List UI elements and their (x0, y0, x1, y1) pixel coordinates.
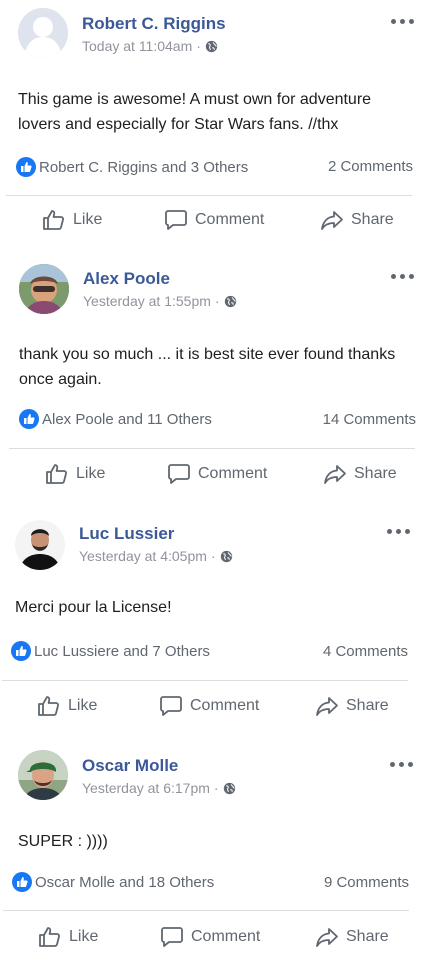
post-timestamp[interactable]: Yesterday at 1:55pm · (83, 293, 237, 309)
post-card: Luc Lussier Yesterday at 4:05pm · Merci … (0, 505, 426, 735)
divider (2, 680, 408, 681)
post-card: Robert C. Riggins Today at 11:04am · Thi… (0, 0, 426, 250)
like-reaction-icon (19, 409, 39, 429)
post-author[interactable]: Robert C. Riggins (82, 14, 226, 34)
share-button[interactable]: Share (315, 925, 389, 949)
comment-button[interactable]: Comment (159, 694, 259, 718)
reaction-summary[interactable]: Alex Poole and 11 Others (19, 409, 212, 429)
comment-button[interactable]: Comment (167, 462, 267, 486)
globe-icon (205, 40, 218, 52)
share-arrow-icon (324, 465, 346, 484)
comments-count[interactable]: 4 Comments (323, 643, 408, 660)
share-button[interactable]: Share (315, 694, 389, 718)
like-button[interactable]: Like (37, 694, 97, 718)
thumbs-up-icon (43, 210, 64, 230)
share-arrow-icon (316, 697, 338, 716)
default-avatar-icon (18, 8, 68, 58)
comments-count[interactable]: 9 Comments (324, 874, 409, 891)
profile-photo (18, 750, 68, 800)
share-label: Share (346, 697, 389, 714)
comment-bubble-icon (165, 210, 187, 230)
profile-photo (15, 520, 65, 570)
comment-bubble-icon (160, 696, 182, 716)
post-text: SUPER : )))) (18, 833, 108, 850)
post-time: Yesterday at 4:05pm (79, 548, 207, 564)
comment-bubble-icon (168, 464, 190, 484)
separator-dot: · (210, 548, 216, 564)
divider (3, 910, 409, 911)
more-options-icon[interactable] (387, 527, 413, 537)
separator-dot: · (196, 38, 201, 54)
reaction-text: Robert C. Riggins and 3 Others (39, 158, 249, 176)
post-text: Merci pour la License! (15, 599, 172, 616)
comments-count[interactable]: 14 Comments (323, 411, 416, 428)
like-reaction-icon (11, 641, 31, 661)
comment-button[interactable]: Comment (160, 925, 260, 949)
post-time: Yesterday at 6:17pm (82, 780, 210, 796)
share-label: Share (351, 211, 394, 228)
like-label: Like (69, 928, 99, 945)
post-text: This game is awesome! A must own for adv… (18, 91, 372, 133)
share-label: Share (354, 465, 397, 482)
share-label: Share (346, 928, 389, 945)
thumbs-up-icon (46, 464, 67, 484)
thumbs-up-icon (38, 696, 59, 716)
like-reaction-icon (16, 157, 36, 177)
globe-icon (223, 782, 235, 794)
avatar[interactable] (18, 750, 68, 800)
comment-bubble-icon (161, 927, 183, 947)
post-card: Alex Poole Yesterday at 1:55pm · thank y… (0, 250, 426, 505)
more-options-icon[interactable] (390, 760, 416, 770)
profile-photo (19, 264, 69, 314)
post-text: thank you so much ... it is best site ev… (19, 346, 396, 388)
post-card: Oscar Molle Yesterday at 6:17pm · SUPER … (0, 735, 426, 965)
more-options-icon[interactable] (391, 17, 417, 27)
post-timestamp[interactable]: Yesterday at 4:05pm · (79, 548, 233, 564)
post-author[interactable]: Oscar Molle (82, 756, 178, 776)
divider (6, 195, 412, 196)
avatar[interactable] (15, 520, 65, 570)
share-arrow-icon (321, 211, 343, 230)
like-button[interactable]: Like (42, 208, 102, 232)
comments-count[interactable]: 2 Comments (328, 158, 413, 175)
like-reaction-icon (12, 872, 32, 892)
separator-dot: · (213, 780, 219, 796)
comment-label: Comment (190, 697, 260, 714)
reaction-summary[interactable]: Robert C. Riggins and 3 Others (16, 157, 248, 177)
post-author[interactable]: Luc Lussier (79, 524, 174, 544)
share-button[interactable]: Share (323, 462, 397, 486)
like-label: Like (68, 697, 98, 714)
more-options-icon[interactable] (391, 272, 417, 282)
post-timestamp[interactable]: Yesterday at 6:17pm · (82, 780, 236, 796)
reaction-text: Luc Lussiere and 7 Others (34, 642, 210, 660)
divider (9, 448, 415, 449)
post-timestamp[interactable]: Today at 11:04am · (82, 38, 218, 54)
reaction-summary[interactable]: Luc Lussiere and 7 Others (11, 641, 210, 661)
post-author[interactable]: Alex Poole (83, 269, 170, 289)
comment-label: Comment (191, 928, 261, 945)
comment-label: Comment (195, 211, 265, 228)
comment-label: Comment (198, 465, 268, 482)
post-time: Yesterday at 1:55pm (83, 293, 211, 309)
share-button[interactable]: Share (320, 208, 394, 232)
reaction-text: Oscar Molle and 18 Others (35, 873, 215, 891)
reaction-summary[interactable]: Oscar Molle and 18 Others (12, 872, 214, 892)
share-arrow-icon (316, 928, 338, 947)
globe-icon (224, 295, 236, 307)
like-button[interactable]: Like (45, 462, 105, 486)
reaction-text: Alex Poole and 11 Others (42, 410, 212, 428)
comment-button[interactable]: Comment (164, 208, 264, 232)
globe-icon (220, 550, 232, 562)
avatar[interactable] (19, 264, 69, 314)
avatar[interactable] (18, 8, 68, 58)
thumbs-up-icon (39, 927, 60, 947)
like-label: Like (76, 465, 106, 482)
separator-dot: · (214, 293, 220, 309)
like-label: Like (73, 211, 103, 228)
like-button[interactable]: Like (38, 925, 98, 949)
post-time: Today at 11:04am (82, 38, 193, 54)
